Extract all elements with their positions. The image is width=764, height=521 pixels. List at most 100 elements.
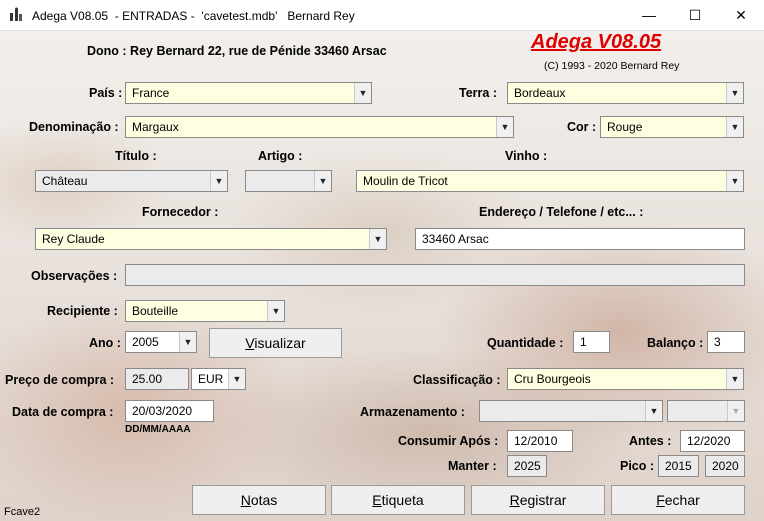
- endereco-value: 33460 Arsac: [422, 232, 489, 246]
- minimize-button[interactable]: —: [626, 0, 672, 31]
- antes-label: Antes :: [629, 434, 672, 448]
- etiqueta-label: tiqueta: [381, 492, 424, 508]
- fechar-accel: F: [656, 492, 665, 508]
- preco-value: 25.00: [132, 372, 163, 386]
- endereco-input[interactable]: 33460 Arsac: [415, 228, 745, 250]
- chevron-down-icon[interactable]: ▼: [267, 301, 284, 321]
- status-label: Fcave2: [4, 506, 41, 518]
- pico-from-value: 2015: [665, 459, 692, 473]
- classificacao-label: Classificação :: [413, 373, 501, 387]
- recipiente-combobox[interactable]: Bouteille ▼: [125, 300, 285, 322]
- denominacao-value: Margaux: [132, 120, 179, 134]
- chevron-down-icon[interactable]: ▼: [228, 369, 245, 389]
- armazenamento-position-combobox[interactable]: ▼: [667, 400, 745, 422]
- currency-value: EUR: [198, 372, 224, 386]
- recipiente-value: Bouteille: [132, 304, 179, 318]
- balanco-label: Balanço :: [647, 336, 704, 350]
- pico-from-input[interactable]: 2015: [658, 455, 699, 477]
- denominacao-label: Denominação :: [29, 120, 119, 134]
- pais-combobox[interactable]: France ▼: [125, 82, 372, 104]
- chevron-down-icon[interactable]: ▼: [354, 83, 371, 103]
- antes-input[interactable]: 12/2020: [680, 430, 745, 452]
- quantidade-value: 1: [580, 335, 587, 349]
- registrar-accel: R: [509, 492, 520, 508]
- visualizar-button[interactable]: Visualizar: [209, 328, 342, 358]
- quantidade-input[interactable]: 1: [573, 331, 610, 353]
- owner-info: Dono : Rey Bernard 22, rue de Pénide 334…: [87, 44, 387, 58]
- chevron-down-icon[interactable]: ▼: [369, 229, 386, 249]
- chevron-down-icon[interactable]: ▼: [726, 369, 743, 389]
- ano-label: Ano :: [89, 336, 121, 350]
- observacoes-input[interactable]: [125, 264, 745, 286]
- fornecedor-combobox[interactable]: Rey Claude ▼: [35, 228, 387, 250]
- data-compra-label: Data de compra :: [12, 405, 114, 419]
- classificacao-value: Cru Bourgeois: [514, 372, 591, 386]
- cor-value: Rouge: [607, 120, 643, 134]
- quantidade-label: Quantidade :: [487, 336, 564, 350]
- chevron-down-icon[interactable]: ▼: [645, 401, 662, 421]
- etiqueta-button[interactable]: Etiqueta: [331, 485, 465, 515]
- vinho-combobox[interactable]: Moulin de Tricot ▼: [356, 170, 744, 192]
- consumir-apos-label: Consumir Após :: [398, 434, 499, 448]
- antes-value: 12/2020: [687, 434, 731, 448]
- chevron-down-icon[interactable]: ▼: [314, 171, 331, 191]
- consumir-apos-value: 12/2010: [514, 434, 558, 448]
- chevron-down-icon[interactable]: ▼: [210, 171, 227, 191]
- date-format-hint: DD/MM/AAAA: [125, 424, 191, 435]
- cor-combobox[interactable]: Rouge ▼: [600, 116, 744, 138]
- terra-value: Bordeaux: [514, 86, 566, 100]
- balanco-input[interactable]: 3: [707, 331, 745, 353]
- wine-cellar-app-icon[interactable]: [8, 7, 24, 23]
- currency-combobox[interactable]: EUR ▼: [191, 368, 246, 390]
- etiqueta-accel: E: [372, 492, 382, 508]
- recipiente-label: Recipiente :: [47, 304, 118, 318]
- balanco-value: 3: [714, 335, 721, 349]
- terra-label: Terra :: [459, 86, 497, 100]
- vinho-label: Vinho :: [505, 149, 548, 163]
- registrar-button[interactable]: Registrar: [471, 485, 605, 515]
- titulo-value: Château: [42, 174, 88, 188]
- chevron-down-icon[interactable]: ▼: [726, 171, 743, 191]
- artigo-label: Artigo :: [258, 149, 303, 163]
- visualizar-label: isualizar: [254, 335, 306, 351]
- preco-input[interactable]: 25.00: [125, 368, 189, 390]
- consumir-apos-input[interactable]: 12/2010: [507, 430, 573, 452]
- pico-to-input[interactable]: 2020: [705, 455, 745, 477]
- copyright-text: (C) 1993 - 2020 Bernard Rey: [544, 60, 680, 72]
- pais-label: País :: [89, 86, 123, 100]
- artigo-combobox[interactable]: ▼: [245, 170, 332, 192]
- manter-label: Manter :: [448, 459, 497, 473]
- fornecedor-value: Rey Claude: [42, 232, 105, 246]
- title-bar: Adega V08.05 - ENTRADAS - 'cavetest.mdb'…: [0, 0, 764, 31]
- terra-combobox[interactable]: Bordeaux ▼: [507, 82, 744, 104]
- chevron-down-icon[interactable]: ▼: [496, 117, 513, 137]
- manter-value: 2025: [514, 459, 541, 473]
- denominacao-combobox[interactable]: Margaux ▼: [125, 116, 514, 138]
- endereco-label: Endereço / Telefone / etc... :: [479, 205, 644, 219]
- chevron-down-icon[interactable]: ▼: [727, 401, 744, 421]
- titulo-combobox[interactable]: Château ▼: [35, 170, 228, 192]
- chevron-down-icon[interactable]: ▼: [726, 83, 743, 103]
- chevron-down-icon[interactable]: ▼: [726, 117, 743, 137]
- chevron-down-icon[interactable]: ▼: [179, 332, 196, 352]
- notas-button[interactable]: Notas: [192, 485, 326, 515]
- armazenamento-combobox[interactable]: ▼: [479, 400, 663, 422]
- fornecedor-label: Fornecedor :: [142, 205, 219, 219]
- pais-value: France: [132, 86, 170, 100]
- vinho-value: Moulin de Tricot: [363, 174, 448, 188]
- pico-label: Pico :: [620, 459, 655, 473]
- ano-value: 2005: [132, 335, 159, 349]
- close-button[interactable]: ✕: [718, 0, 764, 31]
- classificacao-combobox[interactable]: Cru Bourgeois ▼: [507, 368, 744, 390]
- maximize-button[interactable]: ☐: [672, 0, 718, 31]
- cor-label: Cor :: [567, 120, 597, 134]
- fechar-label: echar: [664, 492, 700, 508]
- manter-input[interactable]: 2025: [507, 455, 547, 477]
- notas-label: otas: [250, 492, 278, 508]
- data-compra-value: 20/03/2020: [132, 404, 193, 418]
- fechar-button[interactable]: Fechar: [611, 485, 745, 515]
- ano-combobox[interactable]: 2005 ▼: [125, 331, 197, 353]
- registrar-label: egistrar: [519, 492, 567, 508]
- window-title: Adega V08.05 - ENTRADAS - 'cavetest.mdb'…: [32, 9, 355, 23]
- data-compra-input[interactable]: 20/03/2020: [125, 400, 214, 422]
